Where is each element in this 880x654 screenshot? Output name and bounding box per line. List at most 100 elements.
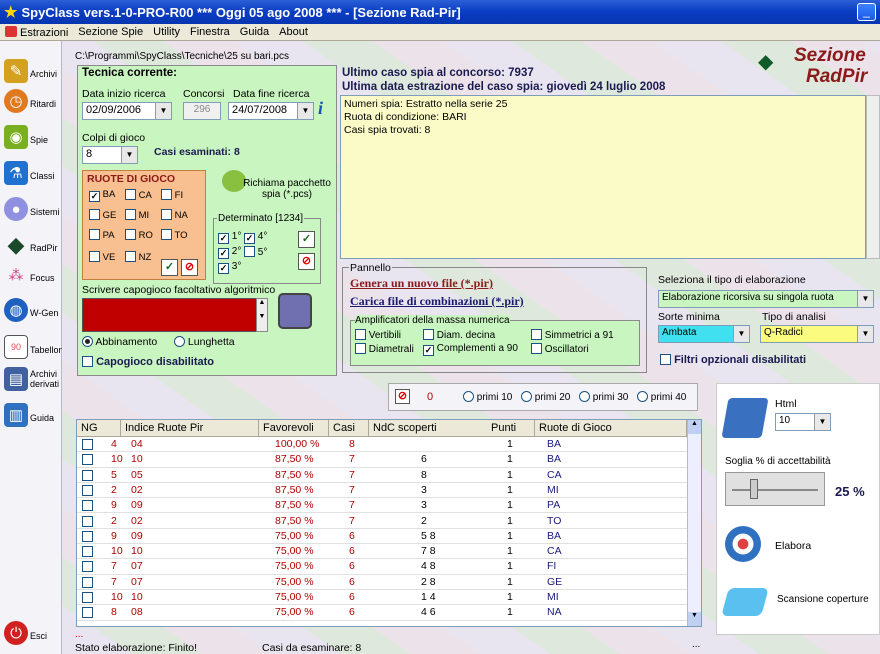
info-icon[interactable]: i: [318, 98, 323, 119]
menu-about[interactable]: About: [274, 26, 313, 38]
row-checkbox[interactable]: [82, 439, 93, 450]
wheel-checkbox-pa[interactable]: PA: [89, 229, 115, 241]
info-scrollbar[interactable]: [866, 95, 880, 259]
radio-primi-30[interactable]: primi 30: [579, 391, 628, 403]
wheel-checkbox-ca[interactable]: CA: [125, 189, 152, 201]
wheels-clear-button[interactable]: ⊘: [181, 259, 198, 276]
sidebar-item-ritardi[interactable]: ◷ Ritardi: [2, 87, 60, 121]
row-checkbox[interactable]: [82, 576, 93, 588]
radio-primi-20[interactable]: primi 20: [521, 391, 570, 403]
determined-checkbox-2[interactable]: ✓ 2°: [218, 246, 241, 259]
sorte-select[interactable]: Ambata ▼: [658, 325, 750, 343]
minimize-button[interactable]: _: [857, 3, 876, 21]
row-checkbox[interactable]: [82, 484, 93, 496]
wheel-checkbox-fi[interactable]: FI: [161, 189, 183, 201]
wheels-check-all-button[interactable]: ✓: [161, 259, 178, 276]
menu-guida[interactable]: Guida: [235, 26, 274, 38]
radio-lunghetta[interactable]: Lunghetta: [174, 336, 235, 348]
elab-type-select[interactable]: Elaborazione ricorsiva su singola ruota ▼: [658, 290, 874, 308]
row-checkbox[interactable]: [82, 607, 93, 619]
table-row[interactable]: 4 04 100,00 % 8 1 BA: [77, 437, 687, 453]
amplifier-checkbox-0[interactable]: Vertibili: [355, 329, 401, 341]
scanner-icon[interactable]: [721, 588, 769, 616]
primi-clear-button[interactable]: ⊘: [395, 389, 410, 404]
row-checkbox[interactable]: [82, 592, 93, 603]
filters-checkbox[interactable]: Filtri opzionali disabilitati: [660, 354, 806, 366]
sidebar-item-archivi-derivati[interactable]: ▤ Archivi derivati: [2, 365, 60, 405]
menu-estrazioni[interactable]: Estrazioni: [0, 25, 73, 39]
table-row[interactable]: 10 10 75,00 % 6 7 8 1 CA: [77, 544, 687, 560]
menu-utility[interactable]: Utility: [148, 26, 185, 38]
determined-clear-button[interactable]: ⊘: [298, 253, 315, 270]
amplifier-checkbox-4[interactable]: ✓ Complementi a 90: [423, 343, 518, 356]
end-date-field[interactable]: 24/07/2008 ▼: [228, 102, 314, 120]
start-date-field[interactable]: 02/09/2006 ▼: [82, 102, 172, 120]
radio-abbinamento[interactable]: Abbinamento: [82, 336, 157, 348]
wheel-checkbox-ve[interactable]: VE: [89, 251, 115, 263]
table-row[interactable]: 9 09 75,00 % 6 5 8 1 BA: [77, 529, 687, 545]
sidebar-item-tabellone[interactable]: 90 Tabellone: [2, 333, 69, 367]
grid-header-cell[interactable]: Punti: [487, 420, 535, 437]
recall-package-link[interactable]: Richiama pacchetto spia (*.pcs): [240, 178, 334, 200]
elabora-button[interactable]: Elabora: [775, 540, 811, 552]
grid-header-cell[interactable]: Ruote di Gioco: [535, 420, 687, 437]
sidebar-item-spie[interactable]: ◉ Spie: [2, 123, 60, 157]
table-row[interactable]: 2 02 87,50 % 7 3 1 MI: [77, 483, 687, 499]
determined-checkbox-1[interactable]: ✓ 4°: [244, 231, 267, 244]
sidebar-item-radpir[interactable]: ◆ RadPir: [2, 231, 60, 265]
algo-input[interactable]: [82, 298, 268, 332]
determined-checkbox-3[interactable]: 5°: [244, 246, 267, 258]
sidebar-item-sistemi[interactable]: ● Sistemi: [2, 195, 60, 229]
wheel-checkbox-na[interactable]: NA: [161, 209, 188, 221]
algo-scrollbar[interactable]: ▲ ▼: [256, 298, 268, 332]
amplifier-checkbox-1[interactable]: Diam. decina: [423, 329, 495, 341]
load-file-link[interactable]: Carica file di combinazioni (*.pir): [350, 294, 524, 309]
row-checkbox[interactable]: [82, 530, 93, 542]
scan-button[interactable]: Scansione coperture: [777, 594, 869, 605]
wheel-checkbox-nz[interactable]: NZ: [125, 251, 151, 263]
analysis-select[interactable]: Q-Radici ▼: [760, 325, 874, 343]
row-checkbox[interactable]: [82, 546, 93, 558]
table-row[interactable]: 10 10 75,00 % 6 1 4 1 MI: [77, 590, 687, 606]
target-icon[interactable]: [725, 526, 761, 562]
wheel-checkbox-ba[interactable]: ✓ BA: [89, 189, 115, 202]
row-checkbox[interactable]: [82, 561, 93, 573]
grid-header-cell[interactable]: NG: [77, 420, 121, 437]
info-text-area[interactable]: Numeri spia: Estratto nella serie 25 Ruot…: [340, 95, 866, 259]
sidebar-item-archivi[interactable]: ✎ Archivi: [2, 57, 60, 91]
wheel-checkbox-ro[interactable]: RO: [125, 229, 153, 241]
amplifier-checkbox-2[interactable]: Simmetrici a 91: [531, 329, 614, 341]
row-checkbox[interactable]: [82, 515, 93, 527]
table-row[interactable]: 10 10 87,50 % 7 6 1 BA: [77, 452, 687, 468]
radio-primi-10[interactable]: primi 10: [463, 391, 512, 403]
sidebar-item-focus[interactable]: ⁂ Focus: [2, 261, 60, 295]
table-row[interactable]: 9 09 87,50 % 7 3 1 PA: [77, 498, 687, 514]
sidebar-item-wgen[interactable]: ◍ W-Gen: [2, 296, 60, 330]
grid-header-cell[interactable]: Favorevoli: [259, 420, 329, 437]
sidebar-item-guida[interactable]: ▥ Guida: [2, 401, 60, 435]
menu-sezione-spie[interactable]: Sezione Spie: [73, 26, 148, 38]
wheel-checkbox-to[interactable]: TO: [161, 229, 188, 241]
shots-select[interactable]: 8 ▼: [82, 146, 138, 164]
row-checkbox[interactable]: [82, 469, 93, 481]
row-checkbox[interactable]: [82, 454, 93, 466]
threshold-slider[interactable]: [725, 472, 825, 506]
wheel-checkbox-mi[interactable]: MI: [125, 209, 149, 221]
menu-finestra[interactable]: Finestra: [185, 26, 235, 38]
table-row[interactable]: 5 05 87,50 % 7 8 1 CA: [77, 468, 687, 483]
capogioco-checkbox[interactable]: Capogioco disabilitato: [82, 356, 214, 368]
wheel-checkbox-ge[interactable]: GE: [89, 209, 116, 221]
generate-file-link[interactable]: Genera un nuovo file (*.pir): [350, 276, 493, 291]
grid-header-cell[interactable]: Casi: [329, 420, 369, 437]
table-row[interactable]: 8 08 75,00 % 6 4 6 1 NA: [77, 605, 687, 621]
amplifier-checkbox-5[interactable]: Oscillatori: [531, 343, 589, 355]
amplifier-checkbox-3[interactable]: Diametrali: [355, 343, 414, 355]
determined-checkbox-4[interactable]: ✓ 3°: [218, 261, 241, 274]
determined-check-button[interactable]: ✓: [298, 231, 315, 248]
grid-scrollbar[interactable]: ▲ ▼: [687, 420, 701, 626]
sidebar-item-esci[interactable]: ⏻ Esci: [2, 619, 60, 653]
sidebar-item-classi[interactable]: ⚗ Classi: [2, 159, 60, 193]
table-row[interactable]: 7 07 75,00 % 6 4 8 1 FI: [77, 559, 687, 575]
determined-checkbox-0[interactable]: ✓ 1°: [218, 231, 241, 244]
row-checkbox[interactable]: [82, 500, 93, 512]
